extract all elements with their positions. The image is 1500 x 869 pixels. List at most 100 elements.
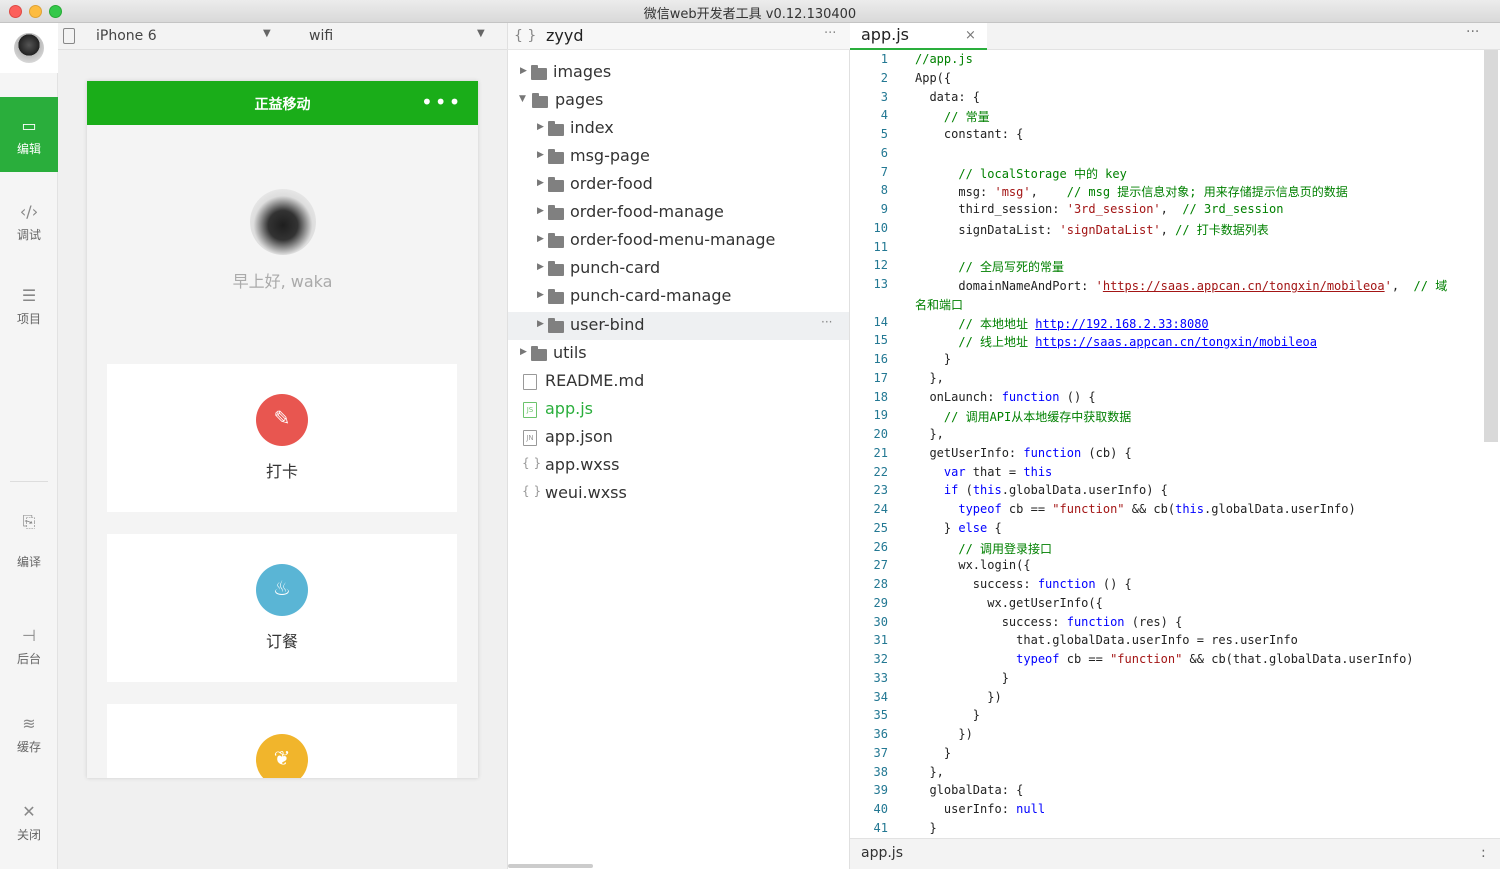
tree-item-app-json[interactable]: JN app.json	[508, 424, 849, 452]
code-line: } else {	[915, 520, 1002, 535]
leaf-entry[interactable]: ❦	[107, 704, 457, 778]
tree-item-label: order-food	[570, 174, 653, 193]
tree-item-app-js[interactable]: JS app.js	[508, 396, 849, 424]
folder-icon	[548, 233, 564, 248]
chevron-down-icon[interactable]: ▼	[519, 94, 526, 104]
chevron-right-icon[interactable]: ▶	[537, 234, 544, 244]
sidebar-item-close[interactable]: ✕ 关闭	[0, 783, 58, 857]
tree-item-order-food-menu-manage[interactable]: ▶ order-food-menu-manage	[508, 227, 849, 255]
tree-item-order-food[interactable]: ▶ order-food	[508, 171, 849, 199]
tree-item-label: images	[553, 62, 612, 81]
folder-icon	[548, 261, 564, 276]
tree-item-readme[interactable]: README.md	[508, 368, 849, 396]
line-number-gutter: 1 2 3 4 5 6 7 8 9 10 11 12 13 14 15 16 17 18 19 20 21 22 23 24 2…	[850, 50, 897, 838]
code-line: if (this.globalData.userInfo) {	[915, 483, 1168, 498]
line-number: 19	[873, 408, 888, 423]
punch-card-entry[interactable]: ✎ 打卡	[107, 364, 457, 512]
chevron-down-icon[interactable]: ▼	[477, 28, 485, 39]
tree-item-utils[interactable]: ▶ utils	[508, 340, 849, 368]
file-tree-header: { } zyyd ···	[507, 23, 850, 50]
code-line: 名和端口	[915, 297, 964, 312]
order-food-entry[interactable]: ♨ 订餐	[107, 534, 457, 682]
user-avatar[interactable]	[0, 23, 58, 73]
tree-item-user-bind[interactable]: ▶ user-bind ···	[508, 312, 849, 340]
sidebar-item-backend[interactable]: ⊣ 后台	[0, 607, 58, 681]
code-line: msg: 'msg', // msg 提示信息对象; 用来存储提示信息页的数据	[915, 185, 1348, 200]
code-line: // 调用登录接口	[915, 541, 1053, 556]
phone-icon	[63, 28, 75, 44]
card-label: 订餐	[265, 632, 298, 651]
code-line: },	[915, 764, 944, 779]
simulator-area: 正益移动 ••• 早上好, waka ✎ 打卡 ♨ 订餐 ❦	[58, 50, 507, 869]
sidebar-item-cache[interactable]: ≋ 缓存	[0, 695, 58, 769]
line-number: 24	[873, 502, 888, 516]
tree-item-punch-card[interactable]: ▶ punch-card	[508, 255, 849, 283]
horizontal-scrollbar[interactable]	[508, 864, 593, 868]
mini-program-navbar: 正益移动 •••	[87, 81, 478, 125]
layers-icon: ≋	[22, 714, 36, 733]
food-icon: ♨	[256, 564, 308, 616]
sidebar-item-project[interactable]: ☰ 项目	[0, 267, 58, 341]
tree-item-msg-page[interactable]: ▶ msg-page	[508, 143, 849, 171]
chevron-down-icon[interactable]: ▼	[263, 28, 271, 39]
vertical-scrollbar[interactable]	[1484, 50, 1498, 442]
code-line: })	[915, 727, 973, 741]
title-bar: 微信web开发者工具 v0.12.130400	[0, 0, 1500, 23]
line-number: 31	[873, 633, 888, 648]
chevron-right-icon[interactable]: ▶	[537, 290, 544, 300]
file-icon	[523, 374, 537, 390]
tree-item-punch-card-manage[interactable]: ▶ punch-card-manage	[508, 283, 849, 311]
line-number: 5	[880, 127, 888, 141]
folder-icon	[548, 205, 564, 220]
chevron-right-icon[interactable]: ▶	[520, 66, 527, 76]
tree-item-index[interactable]: ▶ index	[508, 115, 849, 143]
code-line: getUserInfo: function (cb) {	[915, 445, 1132, 460]
tab-app-js[interactable]: app.js ×	[850, 23, 987, 50]
code-line: constant: {	[915, 127, 1024, 141]
chevron-right-icon[interactable]: ▶	[537, 122, 544, 132]
tree-item-label: weui.wxss	[545, 483, 627, 502]
chevron-right-icon[interactable]: ▶	[537, 262, 544, 272]
sidebar-item-label: 编译	[16, 555, 41, 569]
tree-item-weui-wxss[interactable]: { } weui.wxss	[508, 480, 849, 508]
close-icon: ✕	[22, 802, 36, 821]
line-number: 20	[873, 427, 888, 441]
tree-item-label: README.md	[545, 371, 645, 390]
line-number: 27	[873, 558, 888, 573]
chevron-right-icon[interactable]: ▶	[537, 319, 544, 329]
code-line: }	[915, 745, 952, 760]
device-select[interactable]: iPhone 6	[96, 28, 157, 44]
line-number: 12	[873, 258, 888, 273]
line-number: 40	[873, 802, 888, 816]
debug-icon: ‹/›	[19, 202, 39, 221]
sidebar-item-compile[interactable]: ⎘ 编译	[0, 493, 58, 583]
line-number: 38	[873, 764, 888, 779]
more-icon[interactable]: :	[1481, 845, 1486, 861]
close-icon[interactable]: ×	[965, 28, 976, 43]
code-editor[interactable]: 1 2 3 4 5 6 7 8 9 10 11 12 13 14 15 16 17 18 19 20 21 22 23 24 2…	[850, 50, 1500, 838]
tree-item-images[interactable]: ▶ images	[508, 59, 849, 87]
line-number: 39	[873, 783, 888, 798]
line-number: 13	[873, 277, 888, 291]
chevron-right-icon[interactable]: ▶	[520, 347, 527, 357]
tree-item-app-wxss[interactable]: { } app.wxss	[508, 452, 849, 480]
tree-item-pages[interactable]: ▼ pages	[508, 87, 849, 115]
code-line: that.globalData.userInfo = res.userInfo	[915, 633, 1298, 648]
line-number: 17	[873, 370, 888, 385]
more-icon[interactable]: ···	[1466, 24, 1479, 40]
sidebar-item-edit[interactable]: ▭ 编辑	[0, 97, 58, 172]
chevron-right-icon[interactable]: ▶	[537, 178, 544, 188]
network-select[interactable]: wifi	[309, 28, 333, 44]
more-icon[interactable]: ···	[824, 26, 836, 41]
sidebar-item-debug[interactable]: ‹/› 调试	[0, 183, 58, 257]
folder-icon	[531, 65, 547, 80]
code-line: },	[915, 370, 944, 385]
chevron-right-icon[interactable]: ▶	[537, 150, 544, 160]
code-line: }	[915, 352, 952, 366]
code-line: globalData: {	[915, 783, 1024, 798]
more-icon[interactable]: ···	[821, 315, 832, 329]
more-icon[interactable]: •••	[421, 90, 462, 114]
line-number: 4	[880, 108, 888, 123]
tree-item-order-food-manage[interactable]: ▶ order-food-manage	[508, 199, 849, 227]
chevron-right-icon[interactable]: ▶	[537, 206, 544, 216]
